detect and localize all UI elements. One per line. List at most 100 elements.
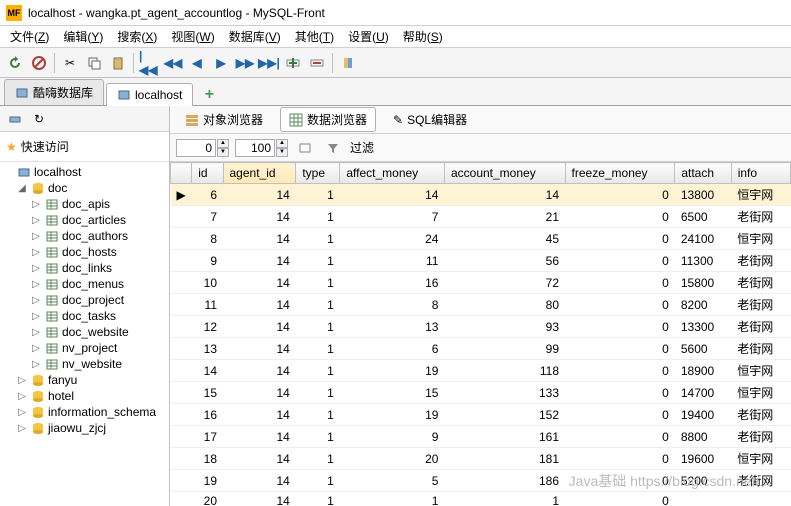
cell-type[interactable]: 1 bbox=[296, 404, 340, 426]
cell-affect_money[interactable]: 19 bbox=[340, 404, 445, 426]
cell-id[interactable]: 7 bbox=[192, 206, 223, 228]
cell-affect_money[interactable]: 19 bbox=[340, 360, 445, 382]
table-row[interactable]: 1414119118018900恒宇网 bbox=[171, 360, 791, 382]
cell-attach[interactable]: 13300 bbox=[675, 316, 731, 338]
cell-type[interactable]: 1 bbox=[296, 360, 340, 382]
offset-up[interactable]: ▲ bbox=[217, 139, 229, 148]
cell-agent_id[interactable]: 14 bbox=[223, 184, 296, 206]
cut-button[interactable]: ✂ bbox=[59, 52, 81, 74]
offset-spinner[interactable]: ▲▼ bbox=[176, 139, 229, 157]
cell-info[interactable]: 老街网 bbox=[731, 206, 790, 228]
cell-type[interactable]: 1 bbox=[296, 250, 340, 272]
table-row[interactable]: 1814120181019600恒宇网 bbox=[171, 448, 791, 470]
expand-icon[interactable]: ▷ bbox=[30, 215, 42, 226]
cell-id[interactable]: 13 bbox=[192, 338, 223, 360]
table-row[interactable]: 1314169905600老街网 bbox=[171, 338, 791, 360]
cell-account_money[interactable]: 161 bbox=[444, 426, 565, 448]
cell-id[interactable]: 6 bbox=[192, 184, 223, 206]
col-id[interactable]: id bbox=[192, 163, 223, 184]
cell-freeze_money[interactable]: 0 bbox=[565, 272, 675, 294]
cell-attach[interactable]: 6500 bbox=[675, 206, 731, 228]
cell-affect_money[interactable]: 14 bbox=[340, 184, 445, 206]
col-affect_money[interactable]: affect_money bbox=[340, 163, 445, 184]
cell-info[interactable]: 恒宇网 bbox=[731, 184, 790, 206]
expand-icon[interactable]: ▷ bbox=[16, 407, 28, 418]
expand-icon[interactable]: ▷ bbox=[30, 311, 42, 322]
cell-affect_money[interactable]: 9 bbox=[340, 426, 445, 448]
cell-info[interactable]: 恒宇网 bbox=[731, 382, 790, 404]
cell-type[interactable]: 1 bbox=[296, 492, 340, 506]
cell-agent_id[interactable]: 14 bbox=[223, 360, 296, 382]
menu-其他[interactable]: 其他(T) bbox=[289, 26, 340, 47]
insert-row-button[interactable] bbox=[282, 52, 304, 74]
offset-down[interactable]: ▼ bbox=[217, 148, 229, 157]
expand-icon[interactable]: ▷ bbox=[16, 375, 28, 386]
cell-id[interactable]: 19 bbox=[192, 470, 223, 492]
table-row[interactable]: 91411156011300老街网 bbox=[171, 250, 791, 272]
add-tab-button[interactable]: + bbox=[199, 85, 219, 105]
bookmark-button[interactable] bbox=[337, 52, 359, 74]
nav-prev-page-button[interactable]: ◀◀ bbox=[162, 52, 184, 74]
tree-db-jiaowu_zjcj[interactable]: ▷jiaowu_zjcj bbox=[2, 420, 167, 436]
cell-info[interactable]: 老街网 bbox=[731, 250, 790, 272]
col-attach[interactable]: attach bbox=[675, 163, 731, 184]
col-account_money[interactable]: account_money bbox=[444, 163, 565, 184]
cell-account_money[interactable]: 118 bbox=[444, 360, 565, 382]
cell-attach[interactable]: 19600 bbox=[675, 448, 731, 470]
data-grid[interactable]: idagent_idtypeaffect_moneyaccount_moneyf… bbox=[170, 162, 791, 506]
menu-数据库[interactable]: 数据库(V) bbox=[223, 26, 287, 47]
cell-type[interactable]: 1 bbox=[296, 272, 340, 294]
cell-info[interactable]: 恒宇网 bbox=[731, 448, 790, 470]
tab-sql-editor[interactable]: ✎ SQL编辑器 bbox=[384, 107, 476, 132]
expand-icon[interactable]: ▷ bbox=[16, 423, 28, 434]
col-info[interactable]: info bbox=[731, 163, 790, 184]
cell-account_money[interactable]: 133 bbox=[444, 382, 565, 404]
cell-agent_id[interactable]: 14 bbox=[223, 250, 296, 272]
menu-搜索[interactable]: 搜索(X) bbox=[111, 26, 163, 47]
cell-freeze_money[interactable]: 0 bbox=[565, 360, 675, 382]
tree-db-doc[interactable]: ◢doc bbox=[2, 180, 167, 196]
delete-row-button[interactable] bbox=[306, 52, 328, 74]
cell-account_money[interactable]: 14 bbox=[444, 184, 565, 206]
cell-info[interactable]: 老街网 bbox=[731, 426, 790, 448]
cell-agent_id[interactable]: 14 bbox=[223, 272, 296, 294]
col-freeze_money[interactable]: freeze_money bbox=[565, 163, 675, 184]
cell-affect_money[interactable]: 8 bbox=[340, 294, 445, 316]
cell-info[interactable]: 老街网 bbox=[731, 404, 790, 426]
expand-icon[interactable]: ▷ bbox=[30, 199, 42, 210]
quick-access[interactable]: ★ 快速访问 bbox=[0, 132, 169, 162]
cell-freeze_money[interactable]: 0 bbox=[565, 316, 675, 338]
expand-icon[interactable]: ▷ bbox=[30, 327, 42, 338]
cell-affect_money[interactable]: 11 bbox=[340, 250, 445, 272]
cell-attach[interactable] bbox=[675, 492, 731, 506]
cell-agent_id[interactable]: 14 bbox=[223, 316, 296, 338]
expand-icon[interactable]: ▷ bbox=[30, 279, 42, 290]
cell-info[interactable]: 老街网 bbox=[731, 338, 790, 360]
col-type[interactable]: type bbox=[296, 163, 340, 184]
table-row[interactable]: 1614119152019400老街网 bbox=[171, 404, 791, 426]
cell-freeze_money[interactable]: 0 bbox=[565, 404, 675, 426]
table-row[interactable]: 81412445024100恒宇网 bbox=[171, 228, 791, 250]
tree-table-nv_project[interactable]: ▷nv_project bbox=[2, 340, 167, 356]
cell-id[interactable]: 14 bbox=[192, 360, 223, 382]
menu-设置[interactable]: 设置(U) bbox=[342, 26, 395, 47]
table-row[interactable]: 20141110 bbox=[171, 492, 791, 506]
cell-affect_money[interactable]: 24 bbox=[340, 228, 445, 250]
cell-agent_id[interactable]: 14 bbox=[223, 206, 296, 228]
cell-freeze_money[interactable]: 0 bbox=[565, 470, 675, 492]
cell-affect_money[interactable]: 6 bbox=[340, 338, 445, 360]
cell-freeze_money[interactable]: 0 bbox=[565, 448, 675, 470]
cell-account_money[interactable]: 186 bbox=[444, 470, 565, 492]
cell-account_money[interactable]: 45 bbox=[444, 228, 565, 250]
cell-attach[interactable]: 18900 bbox=[675, 360, 731, 382]
copy-button[interactable] bbox=[83, 52, 105, 74]
tree-table-doc_website[interactable]: ▷doc_website bbox=[2, 324, 167, 340]
cell-agent_id[interactable]: 14 bbox=[223, 382, 296, 404]
cell-info[interactable]: 老街网 bbox=[731, 316, 790, 338]
cell-agent_id[interactable]: 14 bbox=[223, 448, 296, 470]
tab-object-browser[interactable]: 对象浏览器 bbox=[176, 107, 272, 132]
cell-id[interactable]: 18 bbox=[192, 448, 223, 470]
expand-icon[interactable]: ▷ bbox=[16, 391, 28, 402]
limit-up[interactable]: ▲ bbox=[276, 139, 288, 148]
cell-info[interactable]: 老街网 bbox=[731, 272, 790, 294]
